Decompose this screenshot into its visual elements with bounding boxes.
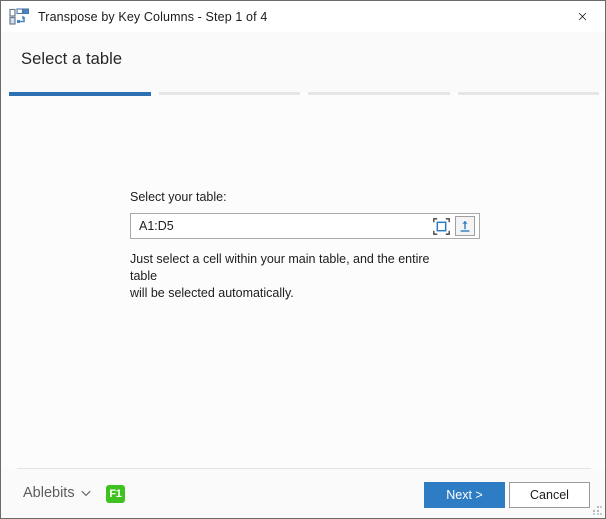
transpose-table-icon xyxy=(9,7,29,25)
step-segment-2 xyxy=(158,92,300,95)
step-segment-3 xyxy=(308,92,450,95)
resize-grip[interactable] xyxy=(589,502,602,515)
step-segment-4 xyxy=(457,92,599,95)
selection-hint-line1: Just select a cell within your main tabl… xyxy=(130,252,430,283)
next-button[interactable]: Next > xyxy=(424,482,505,508)
chevron-down-icon xyxy=(80,490,91,496)
selection-hint-line2: will be selected automatically. xyxy=(130,286,294,300)
ablebits-menu-button[interactable]: Ablebits xyxy=(23,485,91,501)
dialog-body: Select your table: A1:D5 Just select a c… xyxy=(2,96,605,468)
help-f1-badge[interactable]: F1 xyxy=(106,485,125,503)
dialog-window: Transpose by Key Columns - Step 1 of 4 ×… xyxy=(0,0,606,519)
select-range-icon xyxy=(433,217,450,235)
title-bar: Transpose by Key Columns - Step 1 of 4 × xyxy=(1,1,605,32)
range-input-row xyxy=(130,213,480,239)
window-title: Transpose by Key Columns - Step 1 of 4 xyxy=(38,9,268,24)
collapse-dialog-icon xyxy=(460,221,470,232)
select-range-button[interactable] xyxy=(431,216,452,237)
close-button[interactable]: × xyxy=(560,1,605,32)
close-icon: × xyxy=(576,8,589,25)
range-input-buttons xyxy=(431,216,479,237)
page-title: Select a table xyxy=(21,50,123,68)
range-input[interactable] xyxy=(131,215,431,237)
collapse-dialog-button[interactable] xyxy=(455,216,475,236)
select-table-label: Select your table: xyxy=(130,190,227,204)
ablebits-label: Ablebits xyxy=(23,485,75,501)
selection-hint: Just select a cell within your main tabl… xyxy=(130,251,460,302)
cancel-button[interactable]: Cancel xyxy=(509,482,590,508)
dialog-header: Select a table xyxy=(2,32,605,92)
